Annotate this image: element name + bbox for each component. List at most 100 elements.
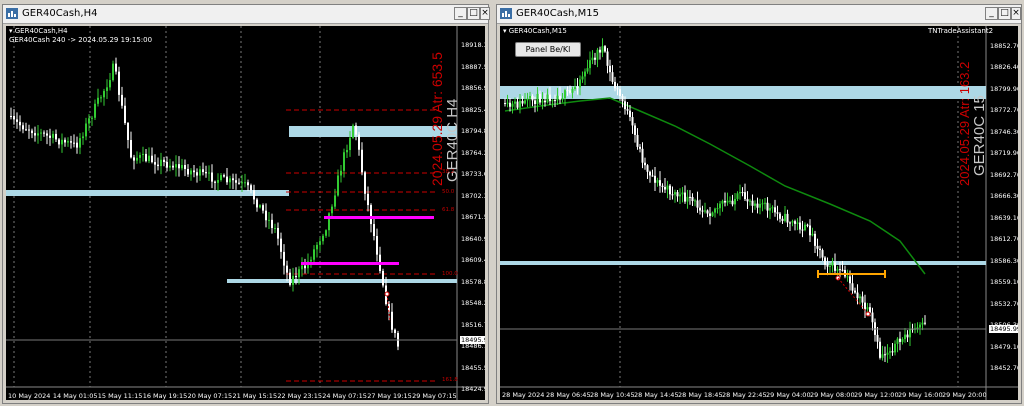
candle-body	[609, 65, 611, 73]
candle-body	[806, 224, 809, 226]
candle-body	[163, 159, 165, 162]
minimize-button[interactable]: _	[985, 7, 998, 20]
candle-body	[891, 351, 894, 353]
candle-body	[776, 212, 779, 214]
price-axis-label: 18612.70	[990, 235, 1018, 244]
candle-body	[709, 213, 711, 216]
time-axis-label: 24 May 07:15	[322, 392, 367, 400]
candle-body	[639, 146, 641, 149]
candle-body	[262, 205, 264, 211]
candle-body	[211, 172, 213, 182]
candle-body	[244, 182, 246, 184]
candle-body	[519, 100, 521, 108]
m15-price-chart[interactable]: ▾ GER40Cash,M15 TNTradeAssistant2 Panel …	[500, 26, 1018, 400]
candle-body	[265, 210, 267, 221]
candle-body	[796, 222, 799, 224]
candle-body	[103, 90, 105, 98]
candle-body	[16, 119, 18, 122]
candle-body	[223, 175, 225, 177]
m15-chart-canvas	[500, 26, 1018, 400]
candle-body	[751, 200, 754, 206]
candle-body	[394, 329, 396, 333]
candle-body	[849, 276, 851, 284]
candle-body	[721, 200, 724, 204]
candle-body	[886, 352, 889, 355]
candle-body	[769, 208, 771, 211]
candle-body	[304, 265, 306, 269]
candle-body	[355, 125, 357, 135]
h4-chart-window[interactable]: GER40Cash,H4 _ □ × ▾ GER40Cash,H4 GER40C…	[2, 4, 490, 404]
chart-window-icon	[500, 8, 512, 19]
price-axis-label: 18640.90	[461, 234, 485, 243]
candle-body	[208, 172, 210, 174]
candle-body	[734, 198, 736, 205]
time-axis-label: 20 May 07:15	[187, 392, 233, 400]
candle-body	[671, 194, 674, 196]
candle-body	[856, 292, 859, 299]
candle-body	[624, 101, 626, 110]
maximize-button[interactable]: □	[467, 7, 480, 20]
candle-body	[791, 221, 794, 223]
candle-body	[841, 269, 844, 271]
candle-body	[358, 134, 360, 150]
price-axis-label: 18578.80	[461, 277, 485, 286]
time-axis-label: 10 May 2024	[8, 392, 51, 400]
candle-body	[691, 196, 694, 202]
chart-symbol-watermark: GER40C 15	[971, 95, 988, 176]
candle-body	[661, 185, 664, 187]
candle-body	[76, 142, 78, 148]
price-axis-label: 18548.20	[461, 299, 485, 307]
price-axis-label: 18733.60	[461, 170, 485, 178]
candle-body	[229, 178, 231, 183]
time-axis-label: 16 May 19:15	[142, 392, 188, 400]
maximize-button[interactable]: □	[998, 7, 1011, 20]
candle-body	[148, 155, 150, 162]
close-button[interactable]: ×	[1011, 7, 1021, 20]
price-axis-label: 18746.30	[990, 127, 1018, 136]
candle-body	[631, 117, 634, 126]
time-axis-label: 21 May 15:15	[232, 392, 278, 400]
time-axis-label: 28 May 06:45	[546, 391, 591, 399]
candle-body	[666, 185, 669, 190]
candle-body	[869, 307, 871, 313]
time-axis-label: 15 May 11:15	[97, 392, 143, 400]
price-axis-label: 18479.10	[990, 342, 1018, 351]
price-axis-label: 18692.70	[990, 170, 1018, 179]
candle-body	[106, 87, 108, 91]
candle-body	[616, 88, 619, 90]
candle-body	[581, 76, 584, 80]
candle-body	[851, 283, 854, 291]
candle-body	[859, 296, 861, 299]
candle-body	[145, 153, 147, 162]
candle-body	[136, 157, 138, 161]
candle-body	[214, 181, 216, 183]
candle-body	[766, 202, 769, 211]
candle-body	[172, 165, 174, 168]
candle-body	[364, 172, 366, 194]
m15-chart-window[interactable]: GER40Cash,M15 _ □ × ▾ GER40Cash,M15 TNTr…	[496, 4, 1022, 404]
candle-body	[154, 162, 156, 165]
window-titlebar[interactable]: GER40Cash,M15 _ □ ×	[497, 5, 1021, 24]
candle-body	[724, 200, 726, 203]
candle-body	[574, 86, 576, 89]
time-axis-label: 28 May 22:45	[722, 391, 767, 399]
candle-body	[349, 137, 351, 151]
close-button[interactable]: ×	[480, 7, 490, 20]
time-axis-label: 29 May 08:00	[810, 391, 855, 399]
window-title: GER40Cash,M15	[516, 8, 599, 19]
candle-body	[861, 296, 864, 303]
candle-body	[178, 164, 180, 169]
minimize-button[interactable]: _	[454, 7, 467, 20]
candle-body	[271, 219, 273, 229]
candle-body	[816, 245, 819, 249]
panel-be-kl-button[interactable]: Panel Be/Kl	[515, 42, 581, 57]
h4-price-chart[interactable]: ▾ GER40Cash,H4 GER40Cash 240 -> 2024.05.…	[6, 26, 485, 400]
candle-body	[564, 90, 566, 99]
candle-body	[826, 264, 829, 267]
time-axis-label: 28 May 2024	[502, 391, 545, 399]
time-axis-label: 28 May 10:45	[590, 391, 635, 399]
candle-body	[679, 194, 681, 197]
window-titlebar[interactable]: GER40Cash,H4 _ □ ×	[3, 5, 490, 24]
candle-body	[130, 140, 132, 158]
current-price-tag: 18495.99	[989, 325, 1018, 333]
